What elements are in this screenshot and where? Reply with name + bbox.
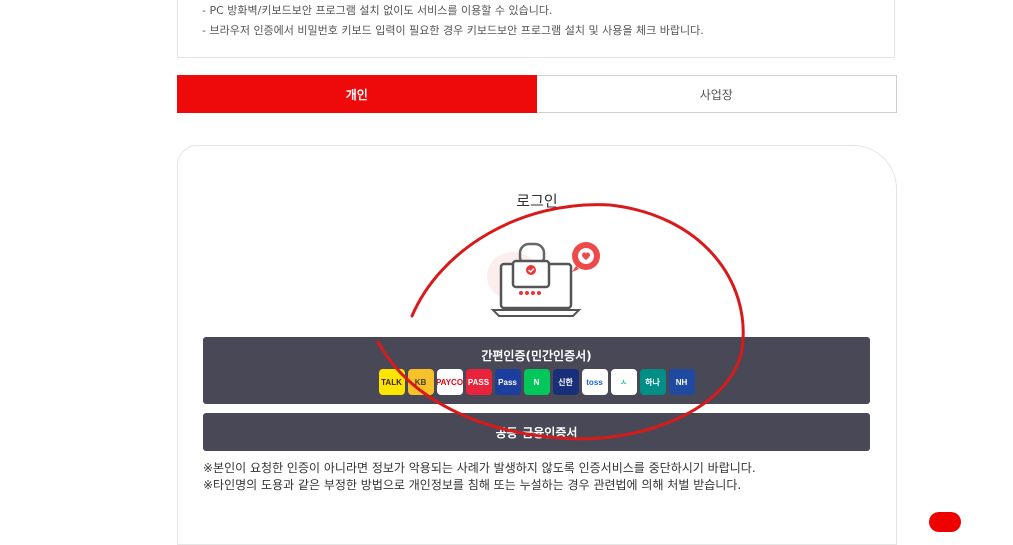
notice-line: - PC 방화벽/키보드보안 프로그램 설치 없이도 서비스를 이용할 수 있습… [202,4,553,17]
user-type-tabs: 개인 사업장 [177,75,897,113]
login-card: 로그인 간편인증(민간인증서) TALK KB PAYCO PASS Pass N 신한 to… [177,145,897,545]
warning-text: ※타인명의 도용과 같은 부정한 방법으로 개인정보를 침해 또는 누설하는 경… [203,478,742,492]
simple-auth-label: 간편인증(민간인증서) [481,349,592,363]
certificate-login-label: 공동·금융인증서 [495,425,578,440]
pass-icon[interactable]: PASS [465,369,492,395]
payco-icon[interactable]: PAYCO [436,369,463,395]
banksalad-icon[interactable]: ㅅ [610,369,637,395]
kakao-icon[interactable]: TALK [378,369,405,395]
simple-auth-button[interactable]: 간편인증(민간인증서) TALK KB PAYCO PASS Pass N 신한 toss ㅅ 하… [203,337,870,404]
laptop-lock-illustration [487,242,600,317]
toss-icon[interactable]: toss [581,369,608,395]
provider-icons: TALK KB PAYCO PASS Pass N 신한 toss ㅅ 하나 NH [203,369,870,395]
nh-icon[interactable]: NH [668,369,695,395]
warning-text: ※본인이 요청한 인증이 아니라면 정보가 악용되는 사례가 발생하지 않도록 … [203,461,756,475]
samsung-pass-icon[interactable]: Pass [494,369,521,395]
kb-icon[interactable]: KB [407,369,434,395]
certificate-login-button[interactable]: 공동·금융인증서 [203,413,870,451]
hana-icon[interactable]: 하나 [639,369,666,395]
tab-business[interactable]: 사업장 [536,75,897,113]
notice-line: - 브라우저 인증에서 비밀번호 키보드 입력이 필요한 경우 키보드보안 프로… [202,24,704,37]
naver-icon[interactable]: N [523,369,550,395]
login-title: 로그인 [516,192,558,210]
shinhan-icon[interactable]: 신한 [552,369,579,395]
floating-action-button[interactable] [929,512,961,532]
notice-box: - PC 방화벽/키보드보안 프로그램 설치 없이도 서비스를 이용할 수 있습… [177,0,895,58]
tab-personal[interactable]: 개인 [177,75,537,113]
